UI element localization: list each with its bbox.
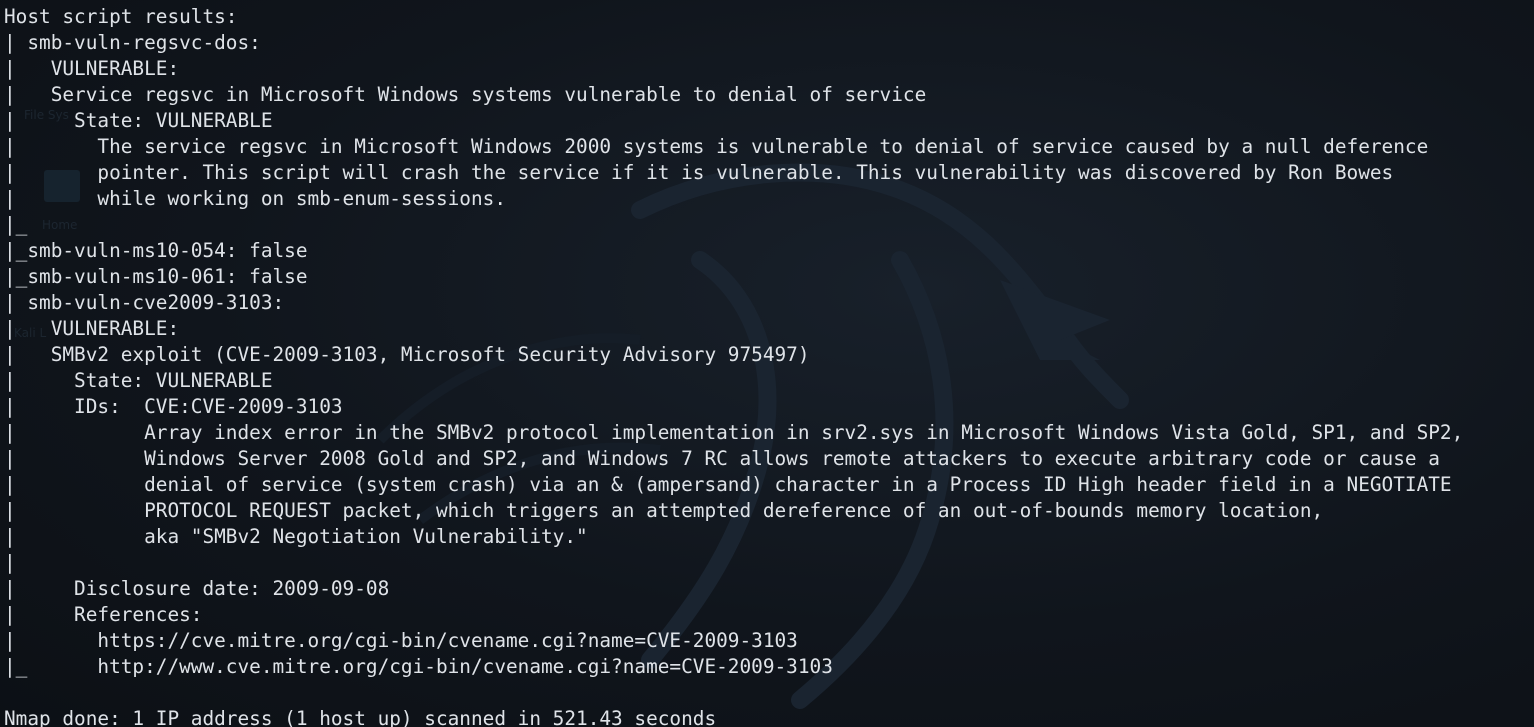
terminal-line: |_ http://www.cve.mitre.org/cgi-bin/cven… [4, 655, 833, 678]
terminal-output[interactable]: Host script results: | smb-vuln-regsvc-do… [4, 4, 1532, 727]
terminal-line: | while working on smb-enum-sessions. [4, 187, 506, 210]
terminal-line: | Array index error in the SMBv2 protoco… [4, 421, 1464, 444]
terminal-line: | IDs: CVE:CVE-2009-3103 [4, 395, 343, 418]
terminal-line: | [4, 551, 16, 574]
terminal-line: | smb-vuln-cve2009-3103: [4, 291, 285, 314]
terminal-line: |_smb-vuln-ms10-061: false [4, 265, 308, 288]
terminal-line: | State: VULNERABLE [4, 369, 273, 392]
terminal-line: | SMBv2 exploit (CVE-2009-3103, Microsof… [4, 343, 810, 366]
terminal-line: | https://cve.mitre.org/cgi-bin/cvename.… [4, 629, 798, 652]
terminal-line: Nmap done: 1 IP address (1 host up) scan… [4, 707, 717, 727]
terminal-line: | VULNERABLE: [4, 57, 180, 80]
terminal-line: Host script results: [4, 5, 238, 28]
terminal-line: | Service regsvc in Microsoft Windows sy… [4, 83, 927, 106]
terminal-line: | Windows Server 2008 Gold and SP2, and … [4, 447, 1440, 470]
terminal-line: | aka "SMBv2 Negotiation Vulnerability." [4, 525, 588, 548]
terminal-line: | pointer. This script will crash the se… [4, 161, 1394, 184]
terminal-line: | PROTOCOL REQUEST packet, which trigger… [4, 499, 1324, 522]
terminal-line: | The service regsvc in Microsoft Window… [4, 135, 1429, 158]
terminal-line: | Disclosure date: 2009-09-08 [4, 577, 390, 600]
terminal-line: | References: [4, 603, 203, 626]
terminal-line: | smb-vuln-regsvc-dos: [4, 31, 261, 54]
terminal-line: | VULNERABLE: [4, 317, 180, 340]
terminal-line: | State: VULNERABLE [4, 109, 273, 132]
terminal-line: | denial of service (system crash) via a… [4, 473, 1452, 496]
terminal-line: |_smb-vuln-ms10-054: false [4, 239, 308, 262]
terminal-line: |_ [4, 213, 28, 236]
